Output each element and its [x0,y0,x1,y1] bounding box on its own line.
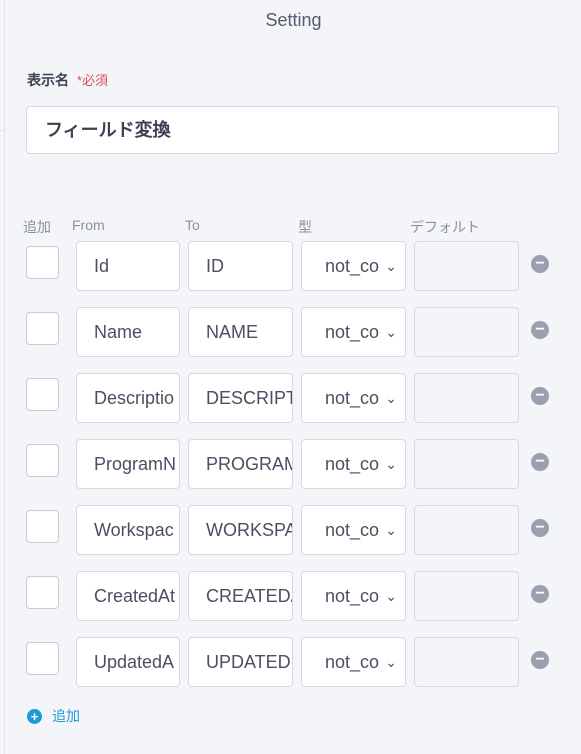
add-checkbox[interactable] [26,246,59,279]
default-field[interactable] [414,307,519,357]
add-checkbox[interactable] [26,444,59,477]
column-header-type: 型 [298,219,312,235]
to-field[interactable]: PROGRAM [188,439,293,489]
type-select[interactable]: not_co ⌄ [301,571,406,621]
from-field[interactable]: UpdatedA [76,637,180,687]
table-row: UpdatedA UPDATED not_co ⌄ − [5,637,581,687]
table-row: CreatedAtCREATEDA not_co ⌄ − [5,571,581,621]
divider [0,130,4,131]
remove-row-icon[interactable]: − [531,585,549,603]
from-field[interactable]: Descriptio [76,373,180,423]
default-field[interactable] [414,637,519,687]
chevron-down-icon: ⌄ [385,324,397,340]
type-select[interactable]: not_co ⌄ [301,637,406,687]
to-field[interactable]: DESCRIPT [188,373,293,423]
table-row: Descriptio DESCRIPT not_co ⌄ − [5,373,581,423]
to-field[interactable]: CREATEDA [188,571,293,621]
remove-row-icon[interactable]: − [531,255,549,273]
table-row: Id ID not_co ⌄ − [5,241,581,291]
to-field[interactable]: WORKSPA [188,505,293,555]
default-field[interactable] [414,241,519,291]
from-field[interactable]: Name [76,307,180,357]
display-name-label-row: 表示名 *必須 [27,70,108,90]
remove-row-icon[interactable]: − [531,519,549,537]
chevron-down-icon: ⌄ [385,258,397,274]
to-field[interactable]: NAME [188,307,293,357]
type-select-value: not_co [325,388,380,408]
plus-circle-icon: + [27,708,42,724]
remove-row-icon[interactable]: − [531,321,549,339]
column-header-to: To [185,217,200,233]
panel-title: Setting [265,10,322,30]
type-select[interactable]: not_co ⌄ [301,307,406,357]
from-field[interactable]: Workspac [76,505,180,555]
add-row-label: 追加 [52,708,80,724]
chevron-down-icon: ⌄ [385,654,397,670]
add-checkbox[interactable] [26,510,59,543]
to-field[interactable]: ID [188,241,293,291]
column-header-from: From [72,217,105,233]
type-select-value: not_co [325,256,380,276]
chevron-down-icon: ⌄ [385,588,397,604]
to-field[interactable]: UPDATED [188,637,293,687]
from-field[interactable]: Id [76,241,180,291]
type-select-value: not_co [325,520,380,540]
from-field[interactable]: CreatedAt [76,571,180,621]
display-name-label: 表示名 [27,72,69,88]
default-field[interactable] [414,571,519,621]
chevron-down-icon: ⌄ [385,390,397,406]
required-marker: *必須 [77,73,109,88]
add-checkbox[interactable] [26,576,59,609]
table-row: Name NAME not_co ⌄ − [5,307,581,357]
display-name-input[interactable]: フィールド変換 [26,106,559,154]
from-field[interactable]: ProgramN [76,439,180,489]
table-row: ProgramN PROGRAM not_co ⌄ − [5,439,581,489]
add-checkbox[interactable] [26,312,59,345]
type-select[interactable]: not_co ⌄ [301,505,406,555]
remove-row-icon[interactable]: − [531,387,549,405]
type-select-value: not_co [325,586,380,606]
add-row-button[interactable]: + 追加 [27,706,80,726]
add-checkbox[interactable] [26,642,59,675]
remove-row-icon[interactable]: − [531,651,549,669]
setting-panel: Setting 表示名 *必須 フィールド変換 追加 From To 型 デフォル… [4,0,581,754]
column-header-add: 追加 [23,219,51,235]
default-field[interactable] [414,373,519,423]
type-select[interactable]: not_co ⌄ [301,373,406,423]
type-select-value: not_co [325,454,380,474]
type-select[interactable]: not_co ⌄ [301,439,406,489]
type-select-value: not_co [325,652,380,672]
chevron-down-icon: ⌄ [385,456,397,472]
default-field[interactable] [414,439,519,489]
add-checkbox[interactable] [26,378,59,411]
chevron-down-icon: ⌄ [385,522,397,538]
table-row: Workspac WORKSPA not_co ⌄ − [5,505,581,555]
type-select[interactable]: not_co ⌄ [301,241,406,291]
type-select-value: not_co [325,322,380,342]
remove-row-icon[interactable]: − [531,453,549,471]
default-field[interactable] [414,505,519,555]
column-header-default: デフォルト [410,219,480,235]
